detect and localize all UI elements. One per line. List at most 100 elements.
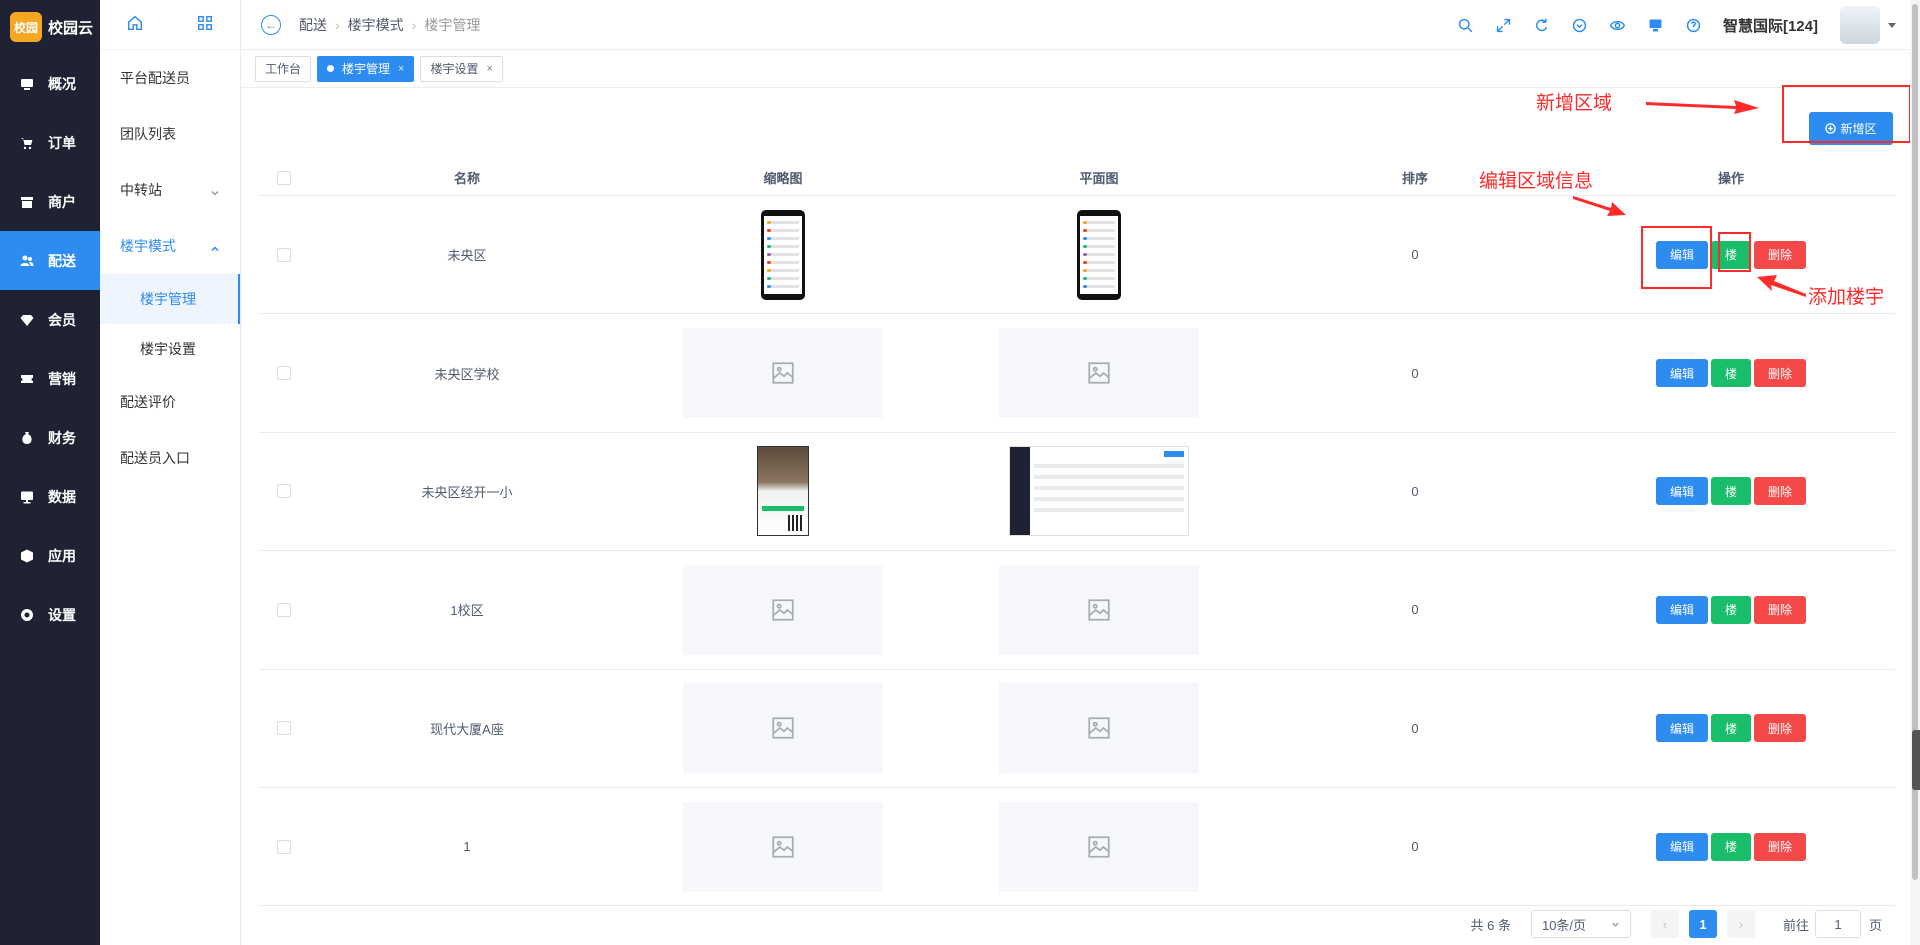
screenshot-image[interactable] bbox=[1009, 446, 1189, 537]
page-size-select[interactable]: 10条/页 bbox=[1530, 910, 1631, 938]
edit-button[interactable]: 编辑 bbox=[1655, 477, 1708, 506]
row-name: 未央区学校 bbox=[434, 366, 500, 382]
nav-item-settings[interactable]: 设置 bbox=[0, 585, 100, 644]
fullscreen-icon[interactable] bbox=[1493, 14, 1515, 36]
scrollbar[interactable] bbox=[1910, 0, 1920, 945]
nav-item-chart-screen[interactable]: 数据 bbox=[0, 467, 100, 526]
tab-building-settings[interactable]: 楼宇设置 × bbox=[420, 55, 503, 82]
next-page-button[interactable]: › bbox=[1726, 910, 1755, 938]
image-placeholder[interactable] bbox=[999, 328, 1199, 419]
image-placeholder[interactable] bbox=[999, 564, 1199, 655]
row-checkbox[interactable] bbox=[277, 247, 291, 262]
dropdown-circle-icon[interactable] bbox=[1569, 14, 1591, 36]
row-name: 1 bbox=[463, 839, 471, 855]
app-logo[interactable]: 校园 校园云 bbox=[0, 0, 100, 54]
row-checkbox[interactable] bbox=[277, 484, 291, 499]
column-header: 缩略图 bbox=[763, 171, 803, 186]
add-building-button[interactable]: 楼 bbox=[1710, 595, 1751, 624]
row-checkbox[interactable] bbox=[277, 602, 291, 617]
close-icon[interactable]: × bbox=[398, 63, 404, 75]
add-building-button[interactable]: 楼 bbox=[1710, 240, 1751, 269]
image-placeholder[interactable] bbox=[683, 328, 883, 419]
nav-item-label: 设置 bbox=[48, 606, 76, 623]
row-thumbnail bbox=[625, 801, 941, 892]
nav-item-diamond[interactable]: 会员 bbox=[0, 290, 100, 349]
tab-building-management[interactable]: 楼宇管理 × bbox=[317, 55, 415, 82]
eye-icon[interactable] bbox=[1607, 14, 1629, 36]
breadcrumb-item[interactable]: 配送 bbox=[299, 15, 327, 35]
close-icon[interactable]: × bbox=[486, 63, 492, 75]
row-thumbnail bbox=[625, 446, 941, 537]
nav-item-user-group[interactable]: 配送 bbox=[0, 231, 100, 290]
tab-workbench[interactable]: 工作台 bbox=[255, 55, 312, 82]
row-sort: 0 bbox=[1411, 365, 1419, 381]
edit-button[interactable]: 编辑 bbox=[1655, 832, 1708, 861]
image-placeholder[interactable] bbox=[683, 801, 883, 892]
search-icon[interactable] bbox=[1455, 14, 1477, 36]
delete-button[interactable]: 删除 bbox=[1754, 477, 1807, 506]
back-arrow-icon[interactable]: ← bbox=[261, 14, 281, 35]
caret-down-icon[interactable] bbox=[1888, 22, 1896, 28]
nav-item-ticket[interactable]: 营销 bbox=[0, 349, 100, 408]
refresh-icon[interactable] bbox=[1531, 14, 1553, 36]
home-icon[interactable] bbox=[126, 14, 144, 35]
image-placeholder[interactable] bbox=[683, 683, 883, 774]
nav-item-store[interactable]: 商户 bbox=[0, 172, 100, 231]
subnav-child-item[interactable]: 楼宇管理 bbox=[100, 274, 240, 324]
nav-item-shopping-cart[interactable]: 订单 bbox=[0, 113, 100, 172]
screen-icon[interactable] bbox=[1645, 14, 1667, 36]
side-drawer-handle[interactable] bbox=[1912, 730, 1920, 790]
chevron-down-icon bbox=[210, 185, 220, 196]
grid-apps-icon[interactable] bbox=[196, 14, 214, 35]
add-building-button[interactable]: 楼 bbox=[1710, 832, 1751, 861]
org-name[interactable]: 智慧国际[124] bbox=[1723, 15, 1818, 36]
add-building-button[interactable]: 楼 bbox=[1710, 477, 1751, 506]
subnav-item[interactable]: 中转站 bbox=[100, 162, 240, 218]
row-sort: 0 bbox=[1411, 839, 1419, 855]
delete-button[interactable]: 删除 bbox=[1754, 595, 1807, 624]
nav-item-money-bag[interactable]: 财务 bbox=[0, 408, 100, 467]
add-building-button[interactable]: 楼 bbox=[1710, 714, 1751, 743]
photo-thumbnail-image[interactable] bbox=[757, 446, 809, 537]
edit-button[interactable]: 编辑 bbox=[1655, 714, 1708, 743]
delete-button[interactable]: 删除 bbox=[1754, 359, 1807, 388]
subnav-item[interactable]: 团队列表 bbox=[100, 106, 240, 162]
subnav-item[interactable]: 配送评价 bbox=[100, 374, 240, 430]
delete-button[interactable]: 删除 bbox=[1754, 714, 1807, 743]
image-icon bbox=[772, 717, 794, 739]
image-placeholder[interactable] bbox=[999, 801, 1199, 892]
row-actions: 编辑楼删除 bbox=[1573, 595, 1889, 624]
row-checkbox[interactable] bbox=[277, 366, 291, 381]
edit-button[interactable]: 编辑 bbox=[1655, 359, 1708, 388]
subnav-item[interactable]: 平台配送员 bbox=[100, 50, 240, 106]
nav-item-label: 会员 bbox=[48, 311, 76, 328]
delete-button[interactable]: 删除 bbox=[1754, 240, 1807, 269]
delete-button[interactable]: 删除 bbox=[1754, 832, 1807, 861]
image-placeholder[interactable] bbox=[999, 683, 1199, 774]
add-region-button[interactable]: 新增区 bbox=[1809, 112, 1893, 145]
subnav-child-item[interactable]: 楼宇设置 bbox=[100, 324, 240, 374]
help-icon[interactable] bbox=[1683, 14, 1705, 36]
image-icon bbox=[772, 836, 794, 858]
edit-button[interactable]: 编辑 bbox=[1655, 595, 1708, 624]
edit-button[interactable]: 编辑 bbox=[1655, 240, 1708, 269]
subnav-item-label: 楼宇设置 bbox=[140, 341, 196, 357]
add-building-button[interactable]: 楼 bbox=[1710, 359, 1751, 388]
breadcrumb-item[interactable]: 楼宇模式 bbox=[348, 15, 404, 35]
row-checkbox[interactable] bbox=[277, 839, 291, 854]
subnav-item[interactable]: 配送员入口 bbox=[100, 430, 240, 486]
select-all-checkbox[interactable] bbox=[277, 170, 291, 185]
subnav-item[interactable]: 楼宇模式 bbox=[100, 218, 240, 274]
page-number-button[interactable]: 1 bbox=[1688, 910, 1717, 938]
image-placeholder[interactable] bbox=[683, 564, 883, 655]
avatar[interactable] bbox=[1840, 6, 1880, 44]
nav-item-cube[interactable]: 应用 bbox=[0, 526, 100, 585]
table-row: 未央区 0 编辑楼删除 bbox=[259, 196, 1895, 315]
row-checkbox[interactable] bbox=[277, 721, 291, 736]
goto-page-input[interactable] bbox=[1814, 910, 1861, 938]
phone-screenshot-image[interactable] bbox=[761, 209, 805, 300]
prev-page-button[interactable]: ‹ bbox=[1650, 910, 1679, 938]
nav-item-monitor[interactable]: 概况 bbox=[0, 54, 100, 113]
row-thumbnail bbox=[625, 683, 941, 774]
phone-screenshot-image[interactable] bbox=[1077, 209, 1121, 300]
